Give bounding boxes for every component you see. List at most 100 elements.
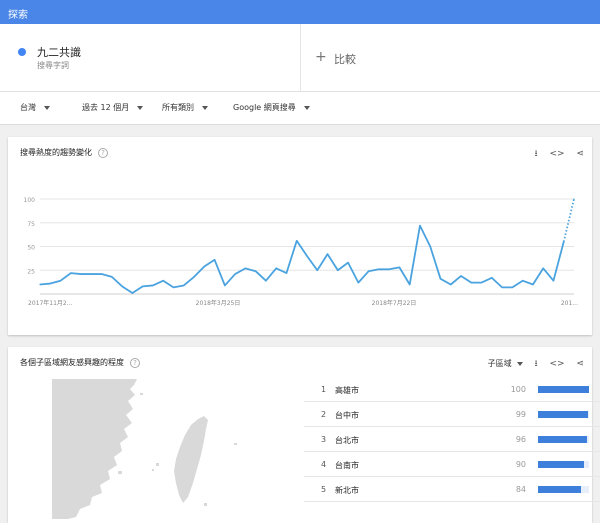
compare-button[interactable]: + 比較 (301, 24, 600, 92)
help-icon[interactable]: ? (130, 357, 140, 368)
interest-value: 96 (515, 435, 526, 444)
interest-over-time-card: 搜尋熱度的趨勢變化? ⭳ <> ⋖ 100 75 50 25 2017年11月2... 2… (8, 137, 592, 335)
chevron-down-icon (202, 105, 208, 110)
data-point (172, 286, 175, 288)
interest-bar (538, 436, 587, 443)
region-name: 新北市 (335, 486, 359, 495)
top-bar: 探索 (0, 0, 600, 24)
share-icon[interactable]: ⋖ (576, 359, 584, 369)
data-point (275, 267, 277, 269)
data-point (419, 225, 421, 227)
term-name[interactable]: 九二共識 (37, 44, 81, 60)
data-point (460, 275, 462, 277)
data-point (142, 285, 144, 287)
taiwan-shape[interactable] (174, 416, 208, 503)
orchid-island (204, 503, 207, 506)
data-point (522, 280, 524, 282)
filter-bar: 台灣 過去 12 個月 所有類別 Google 網頁搜尋 (0, 92, 600, 125)
x-tick-label: 201... (561, 300, 578, 307)
rank-number: 5 (321, 485, 327, 494)
region-name: 台南市 (335, 461, 359, 470)
data-point (480, 282, 483, 284)
plus-icon: + (315, 49, 327, 65)
data-point (59, 280, 62, 282)
region-row[interactable]: 1 高雄市 100 (304, 377, 600, 402)
data-point (368, 270, 370, 272)
term-type-label: 搜尋字詞 (37, 61, 69, 70)
data-point (491, 277, 493, 279)
data-point (378, 268, 380, 270)
y-tick-label: 75 (27, 221, 35, 228)
data-point (542, 267, 544, 269)
card-actions: 子區域 ⭳ <> ⋖ (470, 356, 584, 372)
kinmen-island (118, 471, 122, 474)
page-title: 探索 (8, 10, 28, 21)
data-point (306, 255, 308, 257)
small-island (234, 443, 237, 445)
data-point (121, 285, 123, 287)
data-point (152, 284, 154, 287)
data-point (388, 268, 390, 270)
data-point (224, 284, 226, 287)
interest-bar (538, 411, 589, 418)
region-map[interactable] (22, 379, 297, 519)
y-tick-label: 100 (24, 197, 36, 204)
download-icon[interactable]: ⭳ (534, 356, 537, 372)
region-type-select[interactable]: 子區域 (479, 358, 523, 369)
data-point (193, 276, 195, 278)
data-point (101, 273, 103, 275)
interest-value: 84 (515, 485, 526, 494)
data-point (111, 276, 113, 278)
period-filter[interactable]: 過去 12 個月 (82, 102, 144, 113)
region-row[interactable]: 2 台中市 99 (304, 402, 600, 427)
interest-bar (538, 486, 581, 493)
rank-number: 3 (321, 435, 327, 444)
x-tick-label: 2018年3月25日 (196, 299, 241, 307)
search-term-box[interactable]: 九二共識 搜尋字詞 (0, 24, 301, 92)
card-title: 各個子區域網友感興趣的程度? (20, 357, 140, 368)
data-point (39, 283, 41, 286)
y-tick-label: 50 (27, 245, 35, 252)
region-row[interactable]: 4 台南市 90 (304, 452, 600, 477)
data-point (49, 282, 51, 285)
penghu-island (156, 463, 159, 466)
interest-bar-track (538, 461, 589, 468)
data-point (398, 266, 401, 268)
rank-number: 1 (321, 385, 327, 394)
data-point (337, 269, 339, 271)
region-row[interactable]: 3 台北市 96 (304, 427, 600, 452)
penghu-island (152, 469, 154, 471)
data-point (409, 283, 411, 286)
data-point (244, 267, 246, 269)
data-point (131, 292, 134, 294)
data-point (213, 259, 216, 261)
category-filter[interactable]: 所有類別 (162, 102, 208, 113)
data-point (70, 272, 72, 274)
interest-value: 100 (510, 385, 526, 394)
x-tick-label: 2017年11月2... (28, 299, 73, 307)
compare-label: 比較 (334, 53, 356, 66)
region-name: 台中市 (335, 411, 359, 420)
data-point (316, 269, 318, 271)
data-point (552, 280, 555, 282)
interest-by-region-card: 各個子區域網友感興趣的程度? 子區域 ⭳ <> ⋖ 1 高雄市 100 2 台中市 99 3… (8, 347, 600, 523)
interest-value: 99 (515, 410, 526, 419)
trend-line-partial (562, 198, 575, 242)
data-point (470, 282, 472, 284)
data-point (511, 286, 513, 288)
region-filter-label: 台灣 (20, 103, 36, 112)
matsu-island (140, 393, 143, 395)
data-point (563, 241, 565, 243)
data-point (326, 253, 329, 255)
region-filter[interactable]: 台灣 (20, 102, 50, 113)
region-row[interactable]: 5 新北市 84 (304, 477, 600, 502)
embed-icon[interactable]: <> (549, 359, 564, 369)
rank-number: 2 (321, 410, 327, 419)
rank-number: 4 (321, 460, 327, 469)
chevron-down-icon (516, 361, 523, 366)
data-point (573, 198, 575, 200)
search-type-filter[interactable]: Google 網頁搜尋 (233, 102, 310, 113)
category-filter-label: 所有類別 (162, 103, 194, 112)
trend-line (39, 224, 565, 294)
data-point (162, 280, 164, 282)
